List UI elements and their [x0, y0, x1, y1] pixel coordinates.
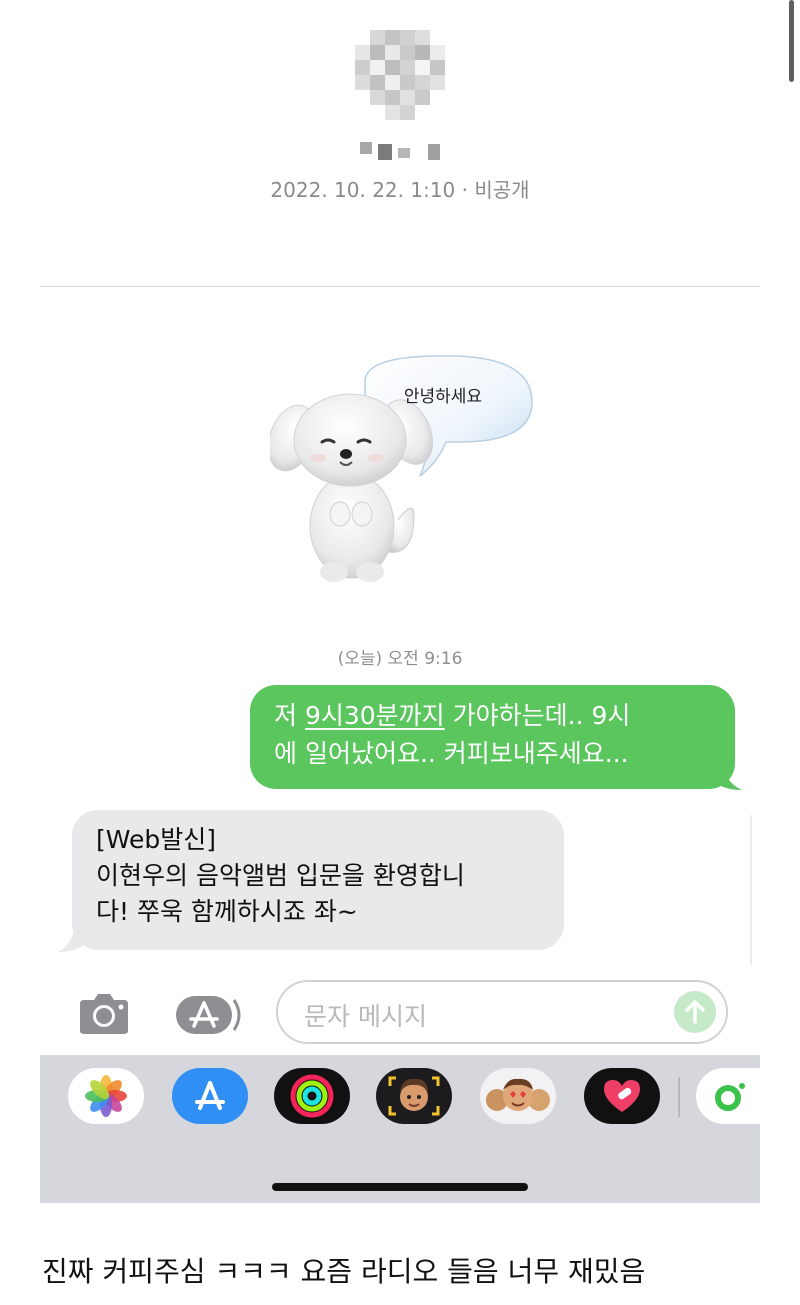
app-store-icon[interactable] — [174, 992, 244, 1038]
drawer-separator — [678, 1077, 680, 1117]
message-placeholder: 문자 메시지 — [304, 1002, 427, 1031]
avatar-blurred — [355, 30, 445, 120]
app-drawer — [40, 1055, 760, 1203]
outgoing-time-link[interactable]: 9시30분까지 — [305, 701, 445, 730]
send-button[interactable] — [674, 991, 716, 1033]
post-caption: 진짜 커피주심 ㅋㅋㅋ 요즘 라디오 들음 너무 재밌음 — [42, 1255, 646, 1288]
outgoing-message-bubble[interactable]: 저 9시30분까지 가야하는데.. 9시 에 일어났어요.. 커피보내주세요..… — [250, 685, 735, 789]
scroll-edge — [750, 815, 752, 965]
message-input[interactable]: 문자 메시지 — [276, 980, 728, 1044]
incoming-line-1: [Web발신] — [96, 825, 217, 854]
divider — [40, 286, 760, 287]
photos-icon[interactable] — [68, 1068, 144, 1124]
memoji-camera-icon[interactable] — [376, 1068, 452, 1124]
activity-icon[interactable] — [274, 1068, 350, 1124]
outgoing-text-line2: 에 일어났어요.. 커피보내주세요... — [274, 739, 629, 768]
arrow-up-icon — [685, 1000, 705, 1024]
home-indicator[interactable] — [272, 1183, 528, 1191]
music-icon[interactable] — [696, 1068, 760, 1124]
post-date-line: 2022. 10. 22. 1:10 · 비공개 — [270, 178, 530, 202]
message-timestamp: (오늘) 오전 9:16 — [337, 649, 463, 669]
outgoing-text-pre: 저 — [274, 701, 305, 730]
scroll-indicator[interactable] — [789, 0, 794, 82]
contact-name-blurred — [360, 138, 440, 160]
app-store-icon[interactable] — [172, 1068, 248, 1124]
incoming-message-bubble[interactable]: [Web발신] 이현우의 음악앨범 입문을 환영합니 다! 쭈욱 함께하시죠 좌… — [72, 810, 564, 950]
camera-icon[interactable] — [74, 990, 134, 1038]
sticker-speech-text: 안녕하세요 — [403, 387, 483, 407]
outgoing-text-mid: 가야하는데.. 9시 — [444, 701, 631, 730]
memoji-stickers-icon[interactable] — [480, 1068, 556, 1124]
heart-icon[interactable] — [584, 1068, 660, 1124]
incoming-line-2: 이현우의 음악앨범 입문을 환영합니 — [96, 861, 465, 890]
incoming-line-3: 다! 쭈욱 함께하시죠 좌~ — [96, 897, 358, 926]
